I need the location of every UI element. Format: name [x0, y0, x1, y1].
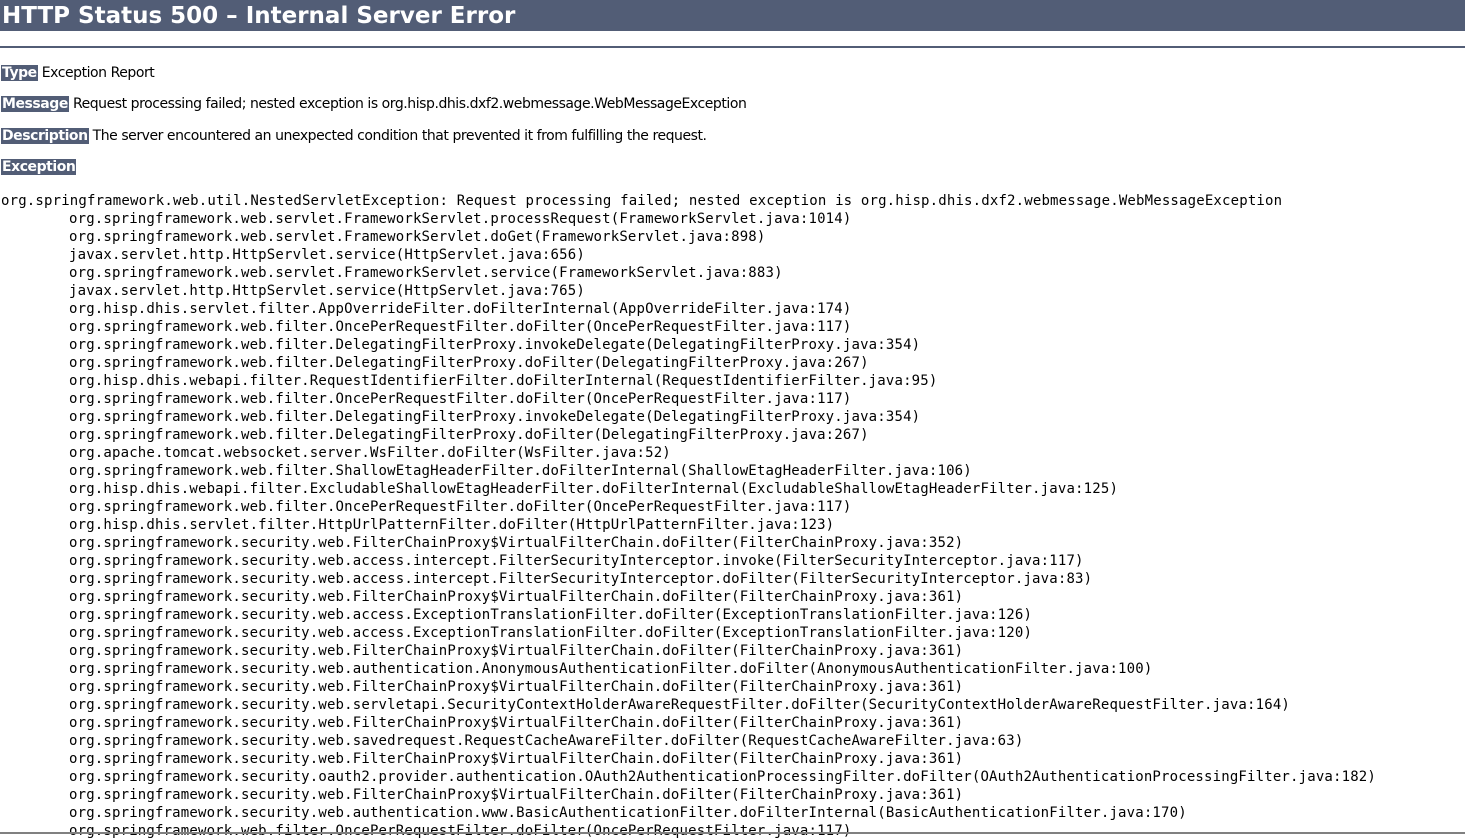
- stack-frame: org.springframework.web.filter.Delegatin…: [69, 427, 869, 443]
- stack-frame: org.springframework.security.web.FilterC…: [69, 679, 964, 695]
- stack-frame: org.springframework.security.web.FilterC…: [69, 715, 964, 731]
- stack-frame: org.springframework.security.web.access.…: [69, 571, 1093, 587]
- description-row: Description The server encountered an un…: [1, 127, 707, 145]
- stack-frame: org.springframework.security.web.FilterC…: [69, 535, 964, 551]
- stack-frame: org.springframework.web.filter.Delegatin…: [69, 355, 869, 371]
- type-row: Type Exception Report: [1, 64, 155, 82]
- stack-trace-header: org.springframework.web.util.NestedServl…: [1, 193, 1283, 209]
- stack-frame: org.springframework.web.servlet.Framewor…: [69, 229, 766, 245]
- stack-frame: org.springframework.security.web.servlet…: [69, 697, 1291, 713]
- stack-frame: org.springframework.security.web.authent…: [69, 805, 1187, 821]
- stack-frame: org.springframework.web.servlet.Framewor…: [69, 265, 783, 281]
- stack-frame: org.hisp.dhis.servlet.filter.AppOverride…: [69, 301, 852, 317]
- message-value: Request processing failed; nested except…: [72, 96, 747, 112]
- stack-frame: org.springframework.web.filter.OncePerRe…: [69, 319, 852, 335]
- stack-frame: org.apache.tomcat.websocket.server.WsFil…: [69, 445, 671, 461]
- stack-frame: javax.servlet.http.HttpServlet.service(H…: [69, 283, 585, 299]
- stack-frame: org.springframework.security.web.access.…: [69, 607, 1033, 623]
- title-bar: HTTP Status 500 – Internal Server Error: [0, 0, 1465, 31]
- stack-frame: org.springframework.security.web.FilterC…: [69, 589, 964, 605]
- type-label: Type: [1, 65, 38, 81]
- stack-frame: org.hisp.dhis.webapi.filter.ExcludableSh…: [69, 481, 1119, 497]
- stack-frame: org.springframework.security.web.access.…: [69, 553, 1084, 569]
- header-divider: [0, 46, 1465, 48]
- stack-frame: org.springframework.web.filter.ShallowEt…: [69, 463, 972, 479]
- exception-row: Exception: [1, 158, 77, 176]
- stack-trace-frames: org.springframework.web.servlet.Framewor…: [1, 210, 1376, 840]
- stack-frame: org.springframework.security.web.FilterC…: [69, 643, 964, 659]
- stack-frame: org.springframework.security.web.FilterC…: [69, 751, 964, 767]
- exception-label: Exception: [1, 159, 77, 175]
- stack-frame: org.springframework.security.oauth2.prov…: [69, 769, 1377, 785]
- stack-frame: org.springframework.web.filter.OncePerRe…: [69, 391, 852, 407]
- message-label: Message: [1, 96, 69, 112]
- stack-frame: javax.servlet.http.HttpServlet.service(H…: [69, 247, 585, 263]
- stack-frame: org.springframework.web.filter.OncePerRe…: [69, 823, 852, 839]
- stack-frame: org.springframework.security.web.access.…: [69, 625, 1033, 641]
- stack-frame: org.springframework.web.filter.Delegatin…: [69, 409, 921, 425]
- page-title: HTTP Status 500 – Internal Server Error: [2, 3, 516, 29]
- type-value: Exception Report: [41, 65, 155, 81]
- stack-trace: org.springframework.web.util.NestedServl…: [1, 192, 1376, 840]
- stack-frame: org.springframework.security.web.savedre…: [69, 733, 1024, 749]
- description-label: Description: [1, 128, 89, 144]
- stack-frame: org.hisp.dhis.webapi.filter.RequestIdent…: [69, 373, 938, 389]
- description-value: The server encountered an unexpected con…: [92, 128, 707, 144]
- stack-frame: org.hisp.dhis.servlet.filter.HttpUrlPatt…: [69, 517, 835, 533]
- stack-frame: org.springframework.security.web.FilterC…: [69, 787, 964, 803]
- message-row: Message Request processing failed; neste…: [1, 95, 747, 113]
- stack-frame: org.springframework.web.filter.OncePerRe…: [69, 499, 852, 515]
- stack-frame: org.springframework.web.servlet.Framewor…: [69, 211, 852, 227]
- stack-frame: org.springframework.web.filter.Delegatin…: [69, 337, 921, 353]
- stack-frame: org.springframework.security.web.authent…: [69, 661, 1153, 677]
